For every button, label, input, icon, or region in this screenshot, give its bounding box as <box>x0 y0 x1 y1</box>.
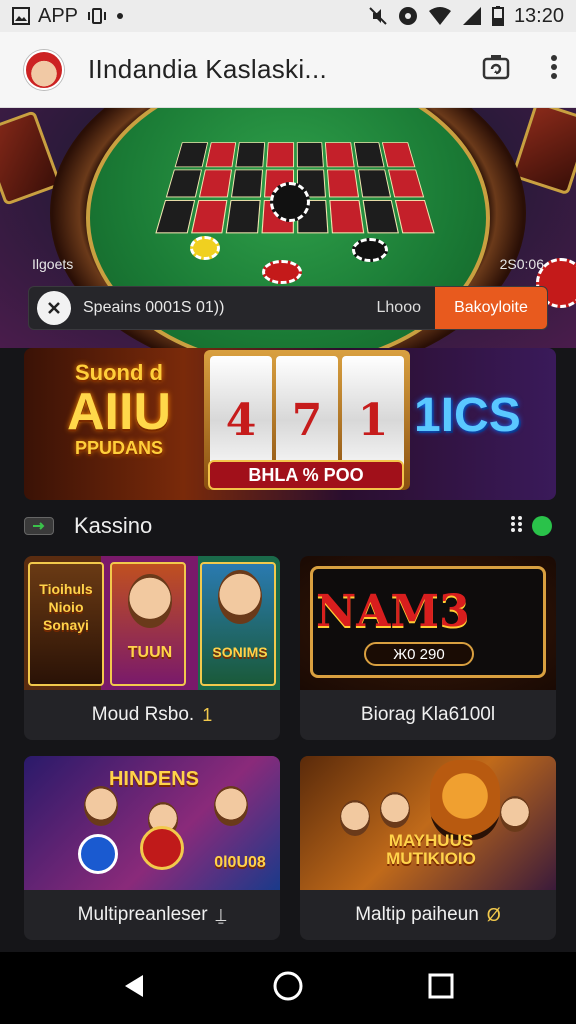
hero-label-right: 2S0:06 <box>499 256 544 272</box>
face <box>218 570 262 624</box>
dot-icon <box>116 12 124 20</box>
game-mark: 1 <box>202 704 213 725</box>
back-icon[interactable] <box>121 972 149 1005</box>
art-text: TUUN <box>127 644 173 661</box>
hero-label-left: Ilgoets <box>32 256 74 272</box>
section-header: Kassino <box>24 508 552 544</box>
game-mark: Ø <box>486 904 501 925</box>
avatar[interactable] <box>24 49 64 90</box>
screen: APP 13:20 IIndandia Kaslaski... Ilgoets … <box>0 0 576 1024</box>
search-bar[interactable]: Speains 0001S 01)) Lhooo Bakoyloite <box>28 286 548 330</box>
chip <box>262 260 302 284</box>
battery-icon <box>491 6 504 26</box>
chip <box>190 236 220 260</box>
status-bar: APP 13:20 <box>0 0 576 32</box>
slot-letters: NAM3 <box>316 586 470 637</box>
app-title: IIndandia Kaslaski... <box>88 54 327 84</box>
face <box>340 800 370 836</box>
game-thumbnail: Tioihuls Nioio Sonayi TUUN SONIMS <box>24 556 280 690</box>
system-nav-bar <box>0 952 576 1024</box>
banner-line-2: AIIU <box>67 383 171 441</box>
grid-dots-icon[interactable] <box>510 515 524 538</box>
art-text: MAYHUUS MUTIKIOIO <box>386 831 476 868</box>
promo-banner[interactable]: Suond d AIIU PPUDANS 4 7 1 BHLA % POO 1I… <box>24 348 556 500</box>
game-thumbnail: HINDENS 0l0U08 <box>24 756 280 890</box>
banner-strip: BHLA % POO <box>208 460 404 490</box>
game-card[interactable]: HINDENS 0l0U08 Multipreanleser ⍊ <box>24 756 280 940</box>
art-text: HINDENS <box>108 768 199 790</box>
home-icon[interactable] <box>272 970 304 1007</box>
search-action-button[interactable]: Bakoyloite <box>435 287 547 329</box>
section-title: Kassino <box>74 513 153 538</box>
game-card[interactable]: MAYHUUS MUTIKIOIO Maltip paiheun Ø <box>300 756 556 940</box>
game-title: Maltip paiheun <box>355 904 479 925</box>
wifi-icon <box>428 6 452 26</box>
close-button[interactable] <box>37 291 71 325</box>
chip <box>140 826 184 870</box>
face <box>128 574 172 628</box>
banner-right-text: 1ICS <box>414 389 521 442</box>
game-title: Multipreanleser <box>77 904 208 925</box>
image-icon <box>12 7 30 25</box>
search-text[interactable]: Speains 0001S 01)) <box>83 299 224 317</box>
art-text: SONIMS <box>212 644 268 660</box>
game-label-row: Multipreanleser ⍊ <box>24 890 280 940</box>
signal-icon <box>462 6 482 26</box>
banner-title: Suond d AIIU PPUDANS <box>34 360 204 459</box>
status-dot-icon <box>532 516 552 536</box>
game-mark: ⍊ <box>215 904 227 925</box>
mute-icon <box>368 6 388 26</box>
game-thumbnail: NAM3 Ж0 290 <box>300 556 556 690</box>
face <box>84 786 118 826</box>
banner-line-3: PPUDANS <box>74 438 163 458</box>
location-icon <box>398 6 418 26</box>
chip-stack <box>270 182 310 222</box>
art-text: 0l0U08 <box>214 854 266 871</box>
tiger <box>430 760 500 840</box>
game-label-row: Moud Rsbo. 1 <box>24 690 280 740</box>
close-icon <box>48 302 60 314</box>
vibrate-icon <box>86 7 108 25</box>
chip <box>352 238 388 262</box>
more-vert-icon[interactable] <box>550 54 558 85</box>
camera-switch-icon[interactable] <box>482 53 510 86</box>
game-card[interactable]: Tioihuls Nioio Sonayi TUUN SONIMS Moud R… <box>24 556 280 740</box>
search-secondary-label: Lhooo <box>376 299 422 316</box>
game-label-row: Maltip paiheun Ø <box>300 890 556 940</box>
status-app-label: APP <box>38 4 79 27</box>
slot-readout: Ж0 290 <box>364 642 474 666</box>
game-card[interactable]: NAM3 Ж0 290 Biorag Kla6100l <box>300 556 556 740</box>
game-thumbnail: MAYHUUS MUTIKIOIO <box>300 756 556 890</box>
game-title: Moud Rsbo. <box>91 704 195 725</box>
chip <box>78 834 118 874</box>
game-label-row: Biorag Kla6100l <box>300 690 556 740</box>
face <box>380 792 410 828</box>
game-title: Biorag Kla6100l <box>360 704 496 725</box>
app-bar: IIndandia Kaslaski... <box>0 32 576 108</box>
art-text: Tioihuls Nioio Sonayi <box>39 581 93 633</box>
face <box>500 796 530 832</box>
face <box>214 786 248 826</box>
toggle-icon <box>24 517 54 535</box>
recents-icon[interactable] <box>427 972 455 1005</box>
status-time: 13:20 <box>513 4 564 27</box>
